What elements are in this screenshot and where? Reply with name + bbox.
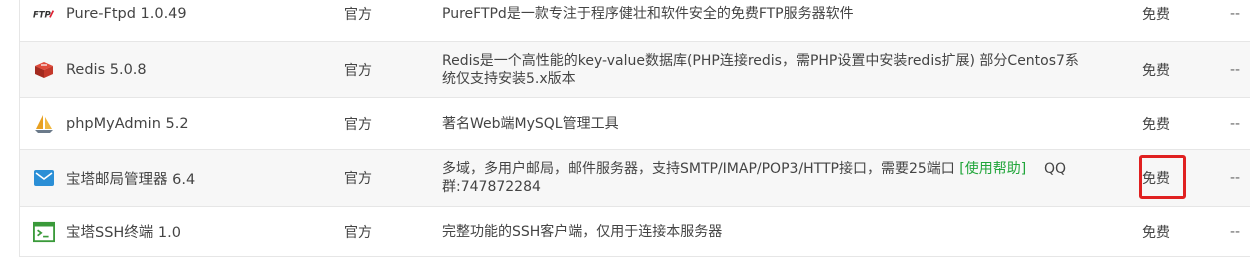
plugin-name: Redis 5.0.8 — [66, 61, 147, 78]
svg-text:FTP: FTP — [33, 9, 52, 19]
description-line: 多域，多用户邮局，邮件服务器，支持SMTP/IMAP/POP3/HTTP接口，需… — [442, 160, 1066, 178]
plugin-price: 免费 — [1142, 62, 1170, 79]
table-row: 宝塔SSH终端 1.0 官方 完整功能的SSH客户端，仅用于连接本服务器 免费 … — [20, 207, 1250, 257]
mail-icon — [33, 167, 55, 189]
plugin-name-cell[interactable]: phpMyAdmin 5.2 — [33, 98, 333, 149]
plugin-type: 官方 — [344, 116, 372, 133]
help-link[interactable]: [使用帮助] — [959, 161, 1026, 177]
table-row: FTP Pure-Ftpd 1.0.49 官方 PureFTPd是一款专注于程序… — [20, 0, 1250, 42]
plugin-action: -- — [1230, 170, 1241, 186]
plugin-description: 著名Web端MySQL管理工具 — [442, 115, 619, 132]
plugin-name: Pure-Ftpd 1.0.49 — [66, 5, 187, 22]
plugin-description: Redis是一个高性能的key-value数据库(PHP连接redis，需PHP… — [442, 42, 1122, 97]
plugin-name: phpMyAdmin 5.2 — [66, 115, 189, 132]
plugin-name-cell[interactable]: 宝塔SSH终端 1.0 — [33, 207, 333, 256]
plugin-type: 官方 — [344, 6, 372, 23]
plugin-description: PureFTPd是一款专注于程序健壮和软件安全的免费FTP服务器软件 — [442, 5, 854, 22]
plugin-price: 免费 — [1142, 6, 1170, 23]
description-line: 群:747872284 — [442, 179, 541, 195]
plugin-type: 官方 — [344, 171, 372, 187]
plugin-type: 官方 — [344, 62, 372, 79]
plugin-table: FTP Pure-Ftpd 1.0.49 官方 PureFTPd是一款专注于程序… — [19, 0, 1250, 257]
ftp-icon: FTP — [33, 3, 55, 25]
plugin-description: 多域，多用户邮局，邮件服务器，支持SMTP/IMAP/POP3/HTTP接口，需… — [442, 150, 1122, 206]
plugin-name-cell[interactable]: FTP Pure-Ftpd 1.0.49 — [33, 0, 333, 41]
plugin-name-cell[interactable]: Redis 5.0.8 — [33, 42, 333, 97]
plugin-action: -- — [1230, 5, 1241, 22]
plugin-name-cell[interactable]: 宝塔邮局管理器 6.4 — [33, 150, 333, 206]
plugin-action: -- — [1230, 115, 1241, 132]
table-row: phpMyAdmin 5.2 官方 著名Web端MySQL管理工具 免费 -- — [20, 98, 1250, 150]
description-text: 多域，多用户邮局，邮件服务器，支持SMTP/IMAP/POP3/HTTP接口，需… — [442, 161, 960, 177]
plugin-name: 宝塔邮局管理器 6.4 — [66, 171, 196, 188]
plugin-description: 完整功能的SSH客户端，仅用于连接本服务器 — [442, 223, 723, 240]
plugin-price: 免费 — [1142, 116, 1170, 133]
description-line: 统仅支持安装5.x版本 — [442, 70, 576, 87]
sailboat-icon — [33, 113, 55, 135]
plugin-type: 官方 — [344, 224, 372, 241]
table-row: Redis 5.0.8 官方 Redis是一个高性能的key-value数据库(… — [20, 42, 1250, 98]
table-row: 宝塔邮局管理器 6.4 官方 多域，多用户邮局，邮件服务器，支持SMTP/IMA… — [20, 150, 1250, 207]
plugin-action: -- — [1230, 61, 1241, 78]
description-text: QQ — [1044, 161, 1067, 177]
description-line: Redis是一个高性能的key-value数据库(PHP连接redis，需PHP… — [442, 52, 1079, 69]
terminal-icon — [33, 221, 55, 243]
plugin-action: -- — [1230, 223, 1241, 240]
plugin-price: 免费 — [1142, 224, 1170, 241]
highlight-box — [1139, 155, 1186, 199]
redis-icon — [33, 59, 55, 81]
plugin-name: 宝塔SSH终端 1.0 — [66, 225, 181, 241]
